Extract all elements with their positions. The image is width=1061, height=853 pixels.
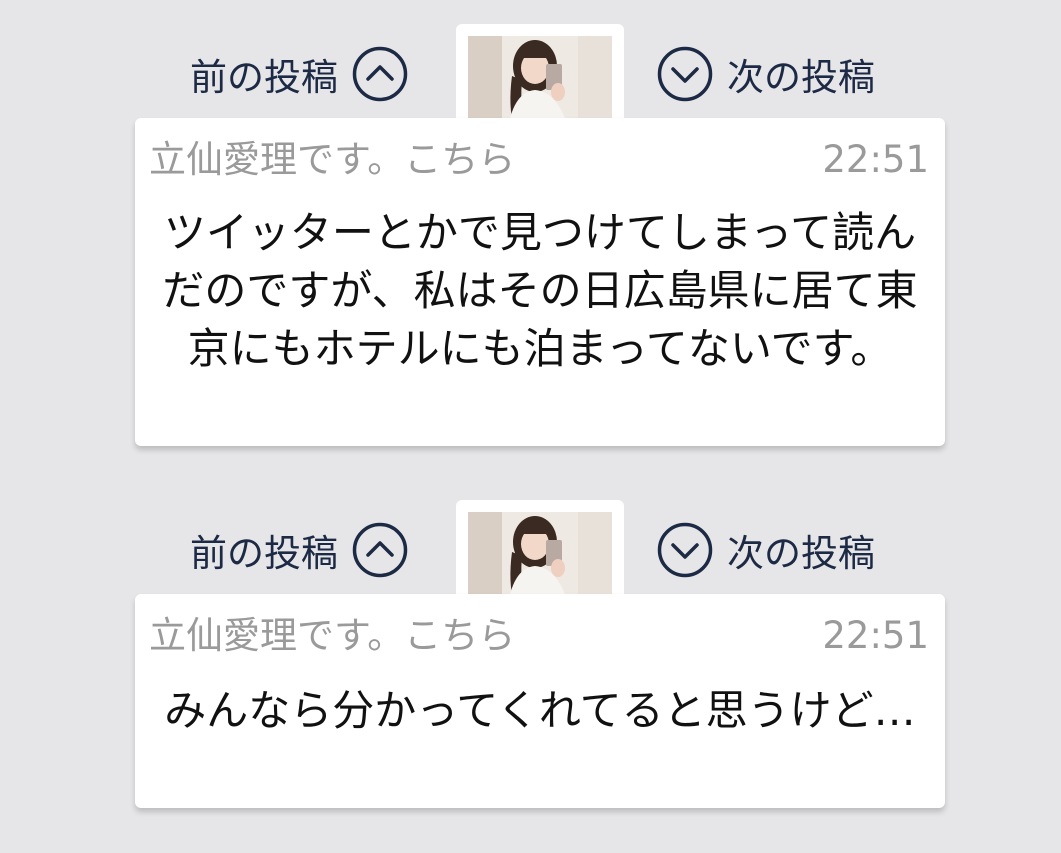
message-header: 立仙愛理です。こちら 22:51 xyxy=(149,136,929,184)
message-time: 22:51 xyxy=(822,138,929,181)
avatar-frame xyxy=(456,500,624,604)
chevron-up-circle-icon xyxy=(352,522,408,578)
sender-name: 立仙愛理です。こちら xyxy=(149,138,516,181)
post-nav-row: 前の投稿 次の投稿 xyxy=(0,500,1061,604)
message-time: 22:51 xyxy=(822,614,929,657)
post-block-1: 前の投稿 次の投稿 立仙愛理です。こちら 22:51 ツイッターとかで見つけてし… xyxy=(0,24,1061,449)
avatar[interactable] xyxy=(468,512,612,604)
chevron-down-circle-icon xyxy=(657,522,713,578)
chevron-up-circle-icon xyxy=(352,46,408,102)
post-nav-row: 前の投稿 次の投稿 xyxy=(0,24,1061,128)
message-text: ツイッターとかで見つけてしまって読んだのですが、私はその日広島県に居て東京にもホ… xyxy=(162,208,918,373)
next-post-button[interactable]: 次の投稿 xyxy=(657,520,875,580)
next-post-label: 次の投稿 xyxy=(727,532,875,575)
previous-post-label: 前の投稿 xyxy=(190,56,338,99)
message-card[interactable]: 立仙愛理です。こちら 22:51 ツイッターとかで見つけてしまって読んだのですが… xyxy=(135,118,945,446)
chevron-down-circle-icon xyxy=(657,46,713,102)
message-text: みんなら分かってくれてると思うけど… xyxy=(164,686,916,735)
sender-name: 立仙愛理です。こちら xyxy=(149,614,516,657)
message-header: 立仙愛理です。こちら 22:51 xyxy=(149,612,929,660)
previous-post-button[interactable]: 前の投稿 xyxy=(190,44,408,104)
avatar-frame xyxy=(456,24,624,128)
next-post-label: 次の投稿 xyxy=(727,56,875,99)
avatar[interactable] xyxy=(468,36,612,128)
previous-post-button[interactable]: 前の投稿 xyxy=(190,520,408,580)
message-card[interactable]: 立仙愛理です。こちら 22:51 みんなら分かってくれてると思うけど… xyxy=(135,594,945,808)
screen: { "posts": [ { "nav": { "prev_label": "前… xyxy=(0,0,1061,853)
post-block-2: 前の投稿 次の投稿 立仙愛理です。こちら 22:51 みんなら分かってくれてると… xyxy=(0,500,1061,812)
next-post-button[interactable]: 次の投稿 xyxy=(657,44,875,104)
previous-post-label: 前の投稿 xyxy=(190,532,338,575)
